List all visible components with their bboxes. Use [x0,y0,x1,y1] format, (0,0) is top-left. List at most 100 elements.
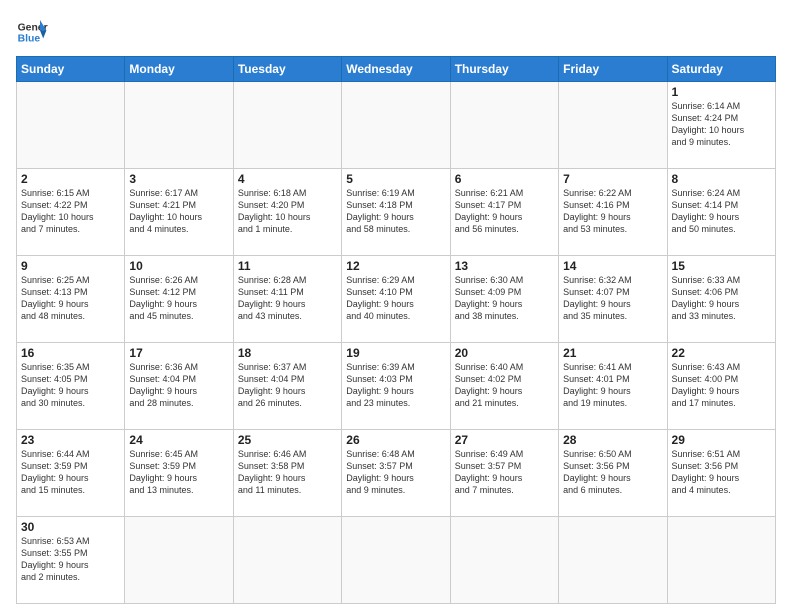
day-number: 12 [346,259,445,273]
weekday-saturday: Saturday [667,57,775,82]
day-info: Sunrise: 6:46 AM Sunset: 3:58 PM Dayligh… [238,448,337,497]
weekday-header-row: SundayMondayTuesdayWednesdayThursdayFrid… [17,57,776,82]
day-info: Sunrise: 6:22 AM Sunset: 4:16 PM Dayligh… [563,187,662,236]
day-info: Sunrise: 6:33 AM Sunset: 4:06 PM Dayligh… [672,274,771,323]
day-cell: 10Sunrise: 6:26 AM Sunset: 4:12 PM Dayli… [125,256,233,343]
day-cell [17,82,125,169]
calendar: SundayMondayTuesdayWednesdayThursdayFrid… [16,56,776,604]
day-cell: 24Sunrise: 6:45 AM Sunset: 3:59 PM Dayli… [125,430,233,517]
day-number: 25 [238,433,337,447]
day-cell: 5Sunrise: 6:19 AM Sunset: 4:18 PM Daylig… [342,169,450,256]
day-cell: 3Sunrise: 6:17 AM Sunset: 4:21 PM Daylig… [125,169,233,256]
day-cell: 8Sunrise: 6:24 AM Sunset: 4:14 PM Daylig… [667,169,775,256]
day-cell: 16Sunrise: 6:35 AM Sunset: 4:05 PM Dayli… [17,343,125,430]
day-number: 10 [129,259,228,273]
day-number: 26 [346,433,445,447]
day-cell: 19Sunrise: 6:39 AM Sunset: 4:03 PM Dayli… [342,343,450,430]
day-info: Sunrise: 6:49 AM Sunset: 3:57 PM Dayligh… [455,448,554,497]
day-cell: 25Sunrise: 6:46 AM Sunset: 3:58 PM Dayli… [233,430,341,517]
day-info: Sunrise: 6:36 AM Sunset: 4:04 PM Dayligh… [129,361,228,410]
day-number: 14 [563,259,662,273]
day-cell [450,82,558,169]
day-number: 30 [21,520,120,534]
day-cell [125,517,233,604]
day-info: Sunrise: 6:45 AM Sunset: 3:59 PM Dayligh… [129,448,228,497]
day-cell: 23Sunrise: 6:44 AM Sunset: 3:59 PM Dayli… [17,430,125,517]
day-info: Sunrise: 6:53 AM Sunset: 3:55 PM Dayligh… [21,535,120,584]
day-number: 8 [672,172,771,186]
day-info: Sunrise: 6:24 AM Sunset: 4:14 PM Dayligh… [672,187,771,236]
day-number: 22 [672,346,771,360]
day-cell [559,517,667,604]
day-info: Sunrise: 6:30 AM Sunset: 4:09 PM Dayligh… [455,274,554,323]
day-info: Sunrise: 6:35 AM Sunset: 4:05 PM Dayligh… [21,361,120,410]
day-number: 1 [672,85,771,99]
header: General Blue [16,16,776,48]
day-number: 28 [563,433,662,447]
day-cell: 29Sunrise: 6:51 AM Sunset: 3:56 PM Dayli… [667,430,775,517]
day-cell: 11Sunrise: 6:28 AM Sunset: 4:11 PM Dayli… [233,256,341,343]
day-cell: 17Sunrise: 6:36 AM Sunset: 4:04 PM Dayli… [125,343,233,430]
day-number: 6 [455,172,554,186]
day-number: 19 [346,346,445,360]
day-info: Sunrise: 6:51 AM Sunset: 3:56 PM Dayligh… [672,448,771,497]
day-number: 16 [21,346,120,360]
day-cell [342,82,450,169]
day-cell: 6Sunrise: 6:21 AM Sunset: 4:17 PM Daylig… [450,169,558,256]
logo-icon: General Blue [16,16,48,48]
day-cell [667,517,775,604]
day-cell [559,82,667,169]
day-info: Sunrise: 6:19 AM Sunset: 4:18 PM Dayligh… [346,187,445,236]
weekday-sunday: Sunday [17,57,125,82]
day-number: 7 [563,172,662,186]
day-number: 23 [21,433,120,447]
day-cell: 13Sunrise: 6:30 AM Sunset: 4:09 PM Dayli… [450,256,558,343]
day-cell: 1Sunrise: 6:14 AM Sunset: 4:24 PM Daylig… [667,82,775,169]
day-info: Sunrise: 6:25 AM Sunset: 4:13 PM Dayligh… [21,274,120,323]
day-number: 9 [21,259,120,273]
day-number: 15 [672,259,771,273]
day-cell [125,82,233,169]
weekday-wednesday: Wednesday [342,57,450,82]
day-cell: 14Sunrise: 6:32 AM Sunset: 4:07 PM Dayli… [559,256,667,343]
page: General Blue SundayMondayTuesdayWednesda… [0,0,792,612]
day-number: 11 [238,259,337,273]
day-info: Sunrise: 6:21 AM Sunset: 4:17 PM Dayligh… [455,187,554,236]
day-number: 24 [129,433,228,447]
day-cell: 18Sunrise: 6:37 AM Sunset: 4:04 PM Dayli… [233,343,341,430]
week-row-2: 9Sunrise: 6:25 AM Sunset: 4:13 PM Daylig… [17,256,776,343]
day-number: 3 [129,172,228,186]
day-info: Sunrise: 6:26 AM Sunset: 4:12 PM Dayligh… [129,274,228,323]
day-info: Sunrise: 6:39 AM Sunset: 4:03 PM Dayligh… [346,361,445,410]
day-info: Sunrise: 6:15 AM Sunset: 4:22 PM Dayligh… [21,187,120,236]
day-info: Sunrise: 6:44 AM Sunset: 3:59 PM Dayligh… [21,448,120,497]
day-cell: 4Sunrise: 6:18 AM Sunset: 4:20 PM Daylig… [233,169,341,256]
day-cell: 7Sunrise: 6:22 AM Sunset: 4:16 PM Daylig… [559,169,667,256]
day-cell [450,517,558,604]
day-cell: 9Sunrise: 6:25 AM Sunset: 4:13 PM Daylig… [17,256,125,343]
day-info: Sunrise: 6:17 AM Sunset: 4:21 PM Dayligh… [129,187,228,236]
week-row-5: 30Sunrise: 6:53 AM Sunset: 3:55 PM Dayli… [17,517,776,604]
day-info: Sunrise: 6:43 AM Sunset: 4:00 PM Dayligh… [672,361,771,410]
day-cell: 20Sunrise: 6:40 AM Sunset: 4:02 PM Dayli… [450,343,558,430]
day-cell: 30Sunrise: 6:53 AM Sunset: 3:55 PM Dayli… [17,517,125,604]
day-number: 21 [563,346,662,360]
day-number: 18 [238,346,337,360]
day-cell [233,82,341,169]
day-info: Sunrise: 6:50 AM Sunset: 3:56 PM Dayligh… [563,448,662,497]
day-number: 17 [129,346,228,360]
day-cell: 28Sunrise: 6:50 AM Sunset: 3:56 PM Dayli… [559,430,667,517]
day-cell: 15Sunrise: 6:33 AM Sunset: 4:06 PM Dayli… [667,256,775,343]
day-info: Sunrise: 6:28 AM Sunset: 4:11 PM Dayligh… [238,274,337,323]
day-number: 27 [455,433,554,447]
week-row-4: 23Sunrise: 6:44 AM Sunset: 3:59 PM Dayli… [17,430,776,517]
day-number: 20 [455,346,554,360]
day-info: Sunrise: 6:40 AM Sunset: 4:02 PM Dayligh… [455,361,554,410]
day-info: Sunrise: 6:14 AM Sunset: 4:24 PM Dayligh… [672,100,771,149]
week-row-0: 1Sunrise: 6:14 AM Sunset: 4:24 PM Daylig… [17,82,776,169]
day-cell [342,517,450,604]
day-cell: 21Sunrise: 6:41 AM Sunset: 4:01 PM Dayli… [559,343,667,430]
day-cell: 26Sunrise: 6:48 AM Sunset: 3:57 PM Dayli… [342,430,450,517]
day-info: Sunrise: 6:32 AM Sunset: 4:07 PM Dayligh… [563,274,662,323]
week-row-1: 2Sunrise: 6:15 AM Sunset: 4:22 PM Daylig… [17,169,776,256]
